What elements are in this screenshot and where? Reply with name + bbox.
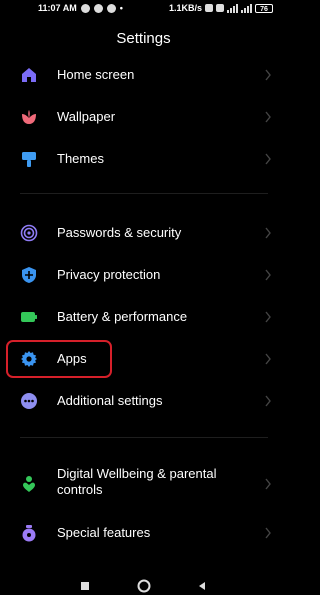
notification-icon — [80, 3, 90, 13]
settings-item-label: Passwords & security — [57, 225, 182, 240]
status-time: 11:07 AM — [38, 3, 77, 13]
alarm-icon — [205, 4, 213, 12]
chevron-right-icon — [265, 153, 271, 165]
battery-icon — [21, 312, 37, 322]
battery-indicator: 76 — [255, 3, 273, 13]
home-button[interactable] — [137, 579, 151, 593]
special-features-icon — [22, 525, 36, 542]
settings-item-label: Home screen — [57, 67, 135, 82]
page-title: Settings — [116, 30, 171, 47]
notification-icon — [106, 3, 116, 13]
settings-item-label: Privacy protection — [57, 267, 161, 282]
more-dots-icon — [21, 393, 37, 409]
chevron-right-icon — [265, 527, 271, 539]
chevron-right-icon — [265, 227, 271, 239]
settings-item-label: Themes — [57, 151, 104, 166]
settings-item-themes[interactable]: Themes — [0, 139, 287, 179]
home-icon — [22, 68, 36, 82]
recents-button[interactable] — [80, 581, 90, 591]
section-divider — [20, 193, 268, 194]
navigation-bar — [0, 578, 287, 595]
settings-item-label: Wallpaper — [57, 109, 116, 124]
chevron-right-icon — [265, 478, 271, 490]
settings-item-wallpaper[interactable]: Wallpaper — [0, 97, 287, 137]
privacy-shield-icon — [22, 267, 36, 283]
settings-item-label: Digital Wellbeing & parental controls — [57, 466, 217, 497]
back-button[interactable] — [197, 581, 207, 591]
wallpaper-icon — [22, 110, 36, 124]
chevron-right-icon — [265, 311, 271, 323]
chevron-right-icon — [265, 353, 271, 365]
settings-item-home-screen[interactable]: Home screen — [0, 55, 287, 95]
settings-item-special-features[interactable]: Special features — [0, 513, 287, 553]
network-speed: 1.1KB/s — [168, 3, 202, 13]
settings-item-label: Special features — [57, 525, 151, 540]
snapchat-icon — [93, 3, 103, 13]
wellbeing-icon — [23, 476, 35, 492]
chevron-right-icon — [265, 69, 271, 81]
themes-icon — [22, 152, 36, 167]
more-dot-icon: • — [119, 3, 123, 13]
signal-icon — [241, 3, 252, 13]
signal-icon — [227, 3, 238, 13]
chevron-right-icon — [265, 111, 271, 123]
section-divider — [20, 437, 268, 438]
settings-item-battery-performance[interactable]: Battery & performance — [0, 297, 287, 337]
status-bar: 11:07 AM • 1.1KB/s 76 — [0, 0, 287, 18]
settings-item-label: Battery & performance — [57, 309, 188, 324]
chevron-right-icon — [265, 269, 271, 281]
settings-item-privacy-protection[interactable]: Privacy protection — [0, 255, 287, 295]
fingerprint-icon — [20, 224, 38, 242]
settings-item-label: Additional settings — [57, 393, 163, 408]
settings-item-additional-settings[interactable]: Additional settings — [0, 381, 287, 421]
apps-highlight-box — [6, 340, 112, 378]
chevron-right-icon — [265, 395, 271, 407]
volte-icon — [216, 4, 224, 12]
settings-item-digital-wellbeing[interactable]: Digital Wellbeing & parental controls — [0, 464, 287, 504]
settings-item-passwords-security[interactable]: Passwords & security — [0, 213, 287, 253]
